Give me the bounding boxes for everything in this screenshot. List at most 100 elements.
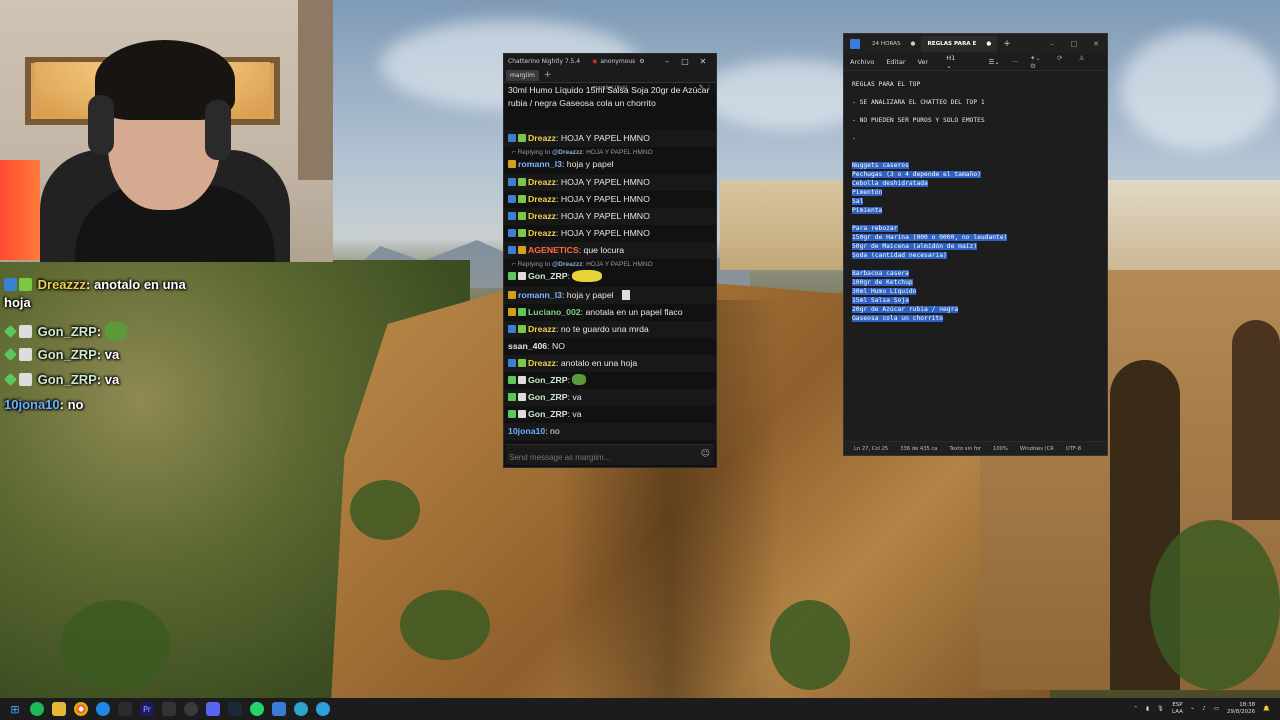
notification-icon[interactable]: 🔔	[1263, 706, 1270, 712]
chat-username[interactable]: romann_l3	[518, 290, 562, 300]
app-tray-icon[interactable]: ▮	[1146, 706, 1149, 712]
notepad-icon[interactable]	[272, 702, 286, 716]
file-explorer-icon[interactable]	[52, 702, 66, 716]
obs-icon[interactable]	[184, 702, 198, 716]
copilot-icon[interactable]: ✦⌄	[1030, 54, 1041, 62]
battery-icon[interactable]: ▭	[1214, 706, 1219, 712]
badge-icon	[518, 359, 526, 367]
chat-username[interactable]: Gon_ZRP	[528, 409, 568, 419]
settings-icon[interactable]: ⚙	[639, 58, 644, 65]
encoding[interactable]: UTF-8	[1066, 446, 1081, 452]
notepad-line: REGLAS PARA EL TOP	[852, 80, 1107, 89]
steam-icon[interactable]	[228, 702, 242, 716]
chatterino-tabs: margiim +	[504, 68, 716, 83]
telegram-icon[interactable]	[316, 702, 330, 716]
minimize-button[interactable]: –	[1041, 40, 1063, 48]
chat-username[interactable]: Dreazz	[528, 133, 556, 143]
clock[interactable]: 18:38 29/8/2026	[1227, 702, 1255, 716]
whatsapp-icon[interactable]	[250, 702, 264, 716]
emote-picker-icon[interactable]: ☺	[701, 449, 710, 459]
reply-target[interactable]: @Dreazzz	[552, 149, 583, 156]
tab-24-horas[interactable]: 24 HORAS ●	[866, 36, 921, 52]
account-name[interactable]: anonymous	[600, 58, 635, 65]
badge-icon	[4, 278, 17, 291]
badge-icon	[508, 229, 516, 237]
notepad-line: - SE ANALIZARA EL CHATTEO DEL TOP 1	[852, 98, 1107, 107]
chat-username[interactable]: Gon_ZRP	[528, 375, 568, 385]
language-indicator[interactable]: ESP LAA	[1172, 702, 1183, 716]
chat-username[interactable]: Dreazz	[528, 177, 556, 187]
start-icon[interactable]: ⊞	[8, 702, 22, 716]
list-icon[interactable]: ☰⌄	[988, 58, 999, 66]
chat-username[interactable]: AGENETICS	[528, 245, 579, 255]
notepad-text-area[interactable]: REGLAS PARA EL TOP - SE ANALIZARA EL CHAT…	[844, 72, 1107, 437]
chat-message: romann_l3: hoja y papel	[504, 287, 716, 304]
line-ending[interactable]: Windows (CR	[1020, 446, 1054, 452]
format-status[interactable]: Texto sin for	[949, 446, 981, 452]
chat-text: : anotala en un papel flaco	[580, 307, 683, 317]
discord-icon[interactable]	[206, 702, 220, 716]
edge-icon[interactable]	[96, 702, 110, 716]
unsaved-dot-icon[interactable]: ●	[986, 36, 991, 52]
maximize-button[interactable]: □	[1063, 40, 1085, 48]
more-icon[interactable]: ···	[1012, 58, 1018, 66]
badge-icon	[518, 376, 526, 384]
heading-dropdown[interactable]: H1 ⌄	[946, 54, 968, 70]
chrome-icon[interactable]	[74, 702, 88, 716]
network-icon[interactable]: ⌁	[1191, 706, 1194, 712]
settings-icon[interactable]: ⚙	[1030, 62, 1036, 70]
tab-reglas[interactable]: REGLAS PARA E ●	[921, 36, 998, 52]
maximize-button[interactable]: □	[676, 57, 694, 66]
notepad-line-text: Nuggets caseros	[852, 162, 909, 169]
volume-icon[interactable]: ♪	[1202, 706, 1206, 712]
menu-editar[interactable]: Editar	[886, 58, 905, 66]
premiere-icon[interactable]: Pr	[140, 702, 154, 716]
chatterino-icon[interactable]	[294, 702, 308, 716]
reply-indicator: ⌐ Replying to @Dreazzz: HOJA Y PAPEL HMN…	[512, 261, 653, 268]
menu-ver[interactable]: Ver	[918, 58, 929, 66]
reply-target[interactable]: @Dreazzz	[552, 261, 583, 268]
chevron-up-icon[interactable]: ⌃	[1133, 706, 1138, 712]
notepad-statusbar: Ln 27, Col 25 336 de 435 ca Texto sin fo…	[844, 441, 1107, 455]
chat-username[interactable]: Dreazz	[528, 194, 556, 204]
chat-message: Dreazz: HOJA Y PAPEL HMNO	[504, 208, 716, 225]
chat-username[interactable]: Gon_ZRP	[528, 392, 568, 402]
share-icon[interactable]: ⟳	[1057, 54, 1062, 62]
chat-username[interactable]: Dreazz	[528, 228, 556, 238]
notepad-titlebar: 24 HORAS ● REGLAS PARA E ● + – □ ✕	[844, 34, 1107, 54]
chat-username[interactable]: Dreazz	[528, 211, 556, 221]
chat-username[interactable]: 10jona10	[508, 426, 545, 436]
badge-icon	[508, 134, 516, 142]
chat-message: Dreazz: HOJA Y PAPEL HMNO	[504, 130, 716, 147]
overlay-chat-line: Gon_ZRP: va	[4, 347, 119, 362]
message-input[interactable]	[506, 447, 691, 467]
zoom-level[interactable]: 100%	[993, 446, 1008, 452]
minimize-button[interactable]: –	[658, 57, 676, 66]
app-icon[interactable]	[118, 702, 132, 716]
spotify-icon[interactable]	[30, 702, 44, 716]
close-button[interactable]: ✕	[694, 57, 712, 66]
close-button[interactable]: ✕	[1085, 40, 1107, 48]
chat-message: Dreazz: no te guardo una mrda	[504, 321, 716, 338]
chat-message: Gon_ZRP:	[504, 268, 716, 285]
new-tab-button[interactable]: +	[1003, 39, 1011, 49]
tab-margiim[interactable]: margiim	[506, 69, 539, 81]
account-icon[interactable]: ♙	[1079, 54, 1085, 62]
chat-text: : HOJA Y PAPEL HMNO	[556, 228, 650, 238]
app-icon[interactable]	[162, 702, 176, 716]
unsaved-dot-icon[interactable]: ●	[911, 36, 916, 52]
overlay-username: Gon_ZRP	[37, 347, 97, 362]
chat-message-list[interactable]: 30ml Humo Líquido 15ml Salsa Soja 20gr d…	[504, 86, 716, 446]
add-tab-button[interactable]: +	[544, 70, 552, 80]
chat-username[interactable]: Dreazz	[528, 358, 556, 368]
pepe-emote-icon	[572, 374, 587, 385]
chat-username[interactable]: Gon_ZRP	[528, 271, 568, 281]
menu-archivo[interactable]: Archivo	[850, 58, 874, 66]
chat-username[interactable]: ssan_406	[508, 341, 547, 351]
chat-username[interactable]: Dreazz	[528, 324, 556, 334]
microphone-icon[interactable]: 🎙	[1157, 706, 1164, 712]
chat-username[interactable]: romann_l3	[518, 159, 562, 169]
chat-username[interactable]: Luciano_002	[528, 307, 581, 317]
account-icon[interactable]: ◉	[592, 58, 597, 65]
badge-icon	[4, 325, 17, 338]
